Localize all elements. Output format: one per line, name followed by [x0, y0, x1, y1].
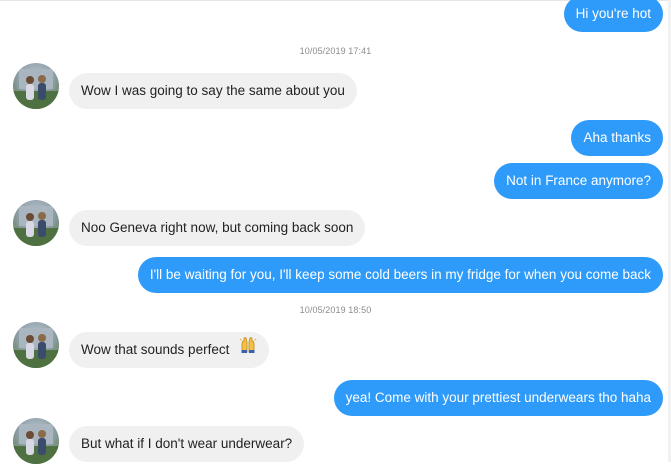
message-sent[interactable]: Aha thanks: [571, 120, 663, 156]
message-text: Aha thanks: [583, 130, 651, 145]
message-text: yea! Come with your prettiest underwears…: [345, 390, 651, 405]
message-received[interactable]: Wow I was going to say the same about yo…: [69, 73, 357, 109]
message-sent[interactable]: yea! Come with your prettiest underwears…: [333, 380, 663, 416]
message-text: Wow that sounds perfect: [81, 342, 230, 357]
avatar[interactable]: [13, 200, 59, 246]
avatar[interactable]: [13, 418, 59, 464]
timestamp-text: 10/05/2019 17:41: [299, 46, 372, 56]
raising-hands-emoji-icon: [239, 332, 257, 368]
message-text: Noo Geneva right now, but coming back so…: [81, 220, 354, 235]
timestamp: 10/05/2019 17:41: [0, 46, 671, 56]
timestamp: 10/05/2019 18:50: [0, 305, 671, 315]
message-text: Hi you're hot: [575, 6, 651, 21]
message-sent[interactable]: Not in France anymore?: [494, 163, 663, 199]
message-received[interactable]: But what if I don't wear underwear?: [69, 426, 305, 462]
message-text: But what if I don't wear underwear?: [81, 436, 293, 451]
message-text: I'll be waiting for you, I'll keep some …: [149, 267, 651, 282]
message-sent[interactable]: Hi you're hot: [563, 0, 663, 32]
message-text: Not in France anymore?: [506, 173, 651, 188]
message-text: Wow I was going to say the same about yo…: [81, 83, 345, 98]
timestamp-text: 10/05/2019 18:50: [299, 305, 372, 315]
message-sent[interactable]: I'll be waiting for you, I'll keep some …: [137, 257, 663, 293]
message-received[interactable]: Noo Geneva right now, but coming back so…: [69, 210, 366, 246]
avatar[interactable]: [13, 63, 59, 109]
message-received[interactable]: Wow that sounds perfect: [69, 332, 270, 368]
avatar[interactable]: [13, 322, 59, 368]
